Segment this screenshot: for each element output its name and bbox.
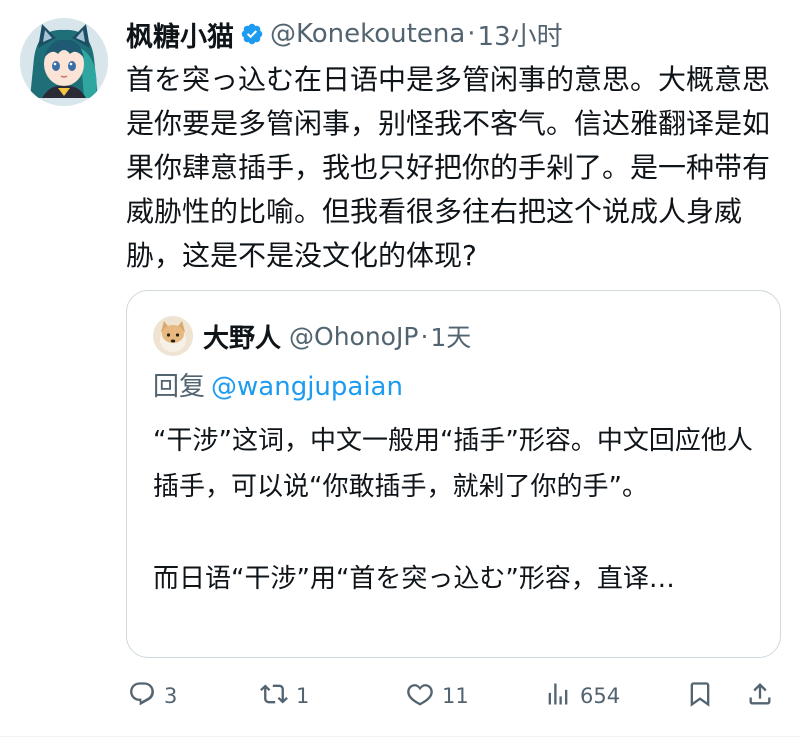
divider <box>0 736 800 737</box>
author-handle[interactable]: @Konekoutena <box>270 19 465 49</box>
bookmark-button[interactable] <box>686 674 714 718</box>
reply-prefix: 回复 <box>153 372 206 402</box>
reply-icon <box>128 680 156 712</box>
share-upload-icon <box>746 680 774 712</box>
retweet-icon <box>260 680 288 712</box>
author-display-name[interactable]: 枫糖小猫 <box>126 15 234 54</box>
reply-mention-link[interactable]: @wangjupaian <box>211 372 403 402</box>
views-bar-chart-icon <box>544 680 572 712</box>
retweet-count: 1 <box>296 684 310 708</box>
quoted-tweet-timestamp[interactable]: 1天 <box>430 318 471 354</box>
quoted-tweet-header: 大野人 @OhonoJP · 1天 <box>153 316 471 356</box>
tweet-timestamp[interactable]: 13小时 <box>478 16 563 53</box>
like-count: 11 <box>442 684 469 708</box>
retweet-button[interactable]: 1 <box>260 674 309 718</box>
quoted-author-display-name[interactable]: 大野人 <box>203 318 281 355</box>
quoted-paragraph-1: “干涉”这词，中文一般用“插手”形容。中文回应他人插手，可以说“你敢插手，就剁了… <box>153 426 753 502</box>
reply-button[interactable]: 3 <box>128 674 177 718</box>
quoted-tweet[interactable]: 大野人 @OhonoJP · 1天 回复 @wangjupaian “干涉”这词，… <box>126 290 781 658</box>
author-avatar[interactable] <box>20 18 108 106</box>
heart-icon <box>406 680 434 712</box>
reply-count: 3 <box>164 684 178 708</box>
like-button[interactable]: 11 <box>406 674 469 718</box>
bookmark-icon <box>686 680 714 712</box>
quoted-author-handle[interactable]: @OhonoJP <box>289 322 418 351</box>
quoted-tweet-text: “干涉”这词，中文一般用“插手”形容。中文回应他人插手，可以说“你敢插手，就剁了… <box>153 418 763 602</box>
quoted-header-separator: · <box>420 321 429 351</box>
tweet-action-bar: 3 1 11 654 <box>126 674 786 718</box>
verified-badge-icon[interactable] <box>240 22 264 46</box>
tweet-text: 首を突っ込む在日语中是多管闲事的意思。大概意思是你要是多管闲事，别怪我不客气。信… <box>126 63 771 272</box>
tweet: 枫糖小猫 @Konekoutena · 13小时 首を突っ込む在日语中是多管闲事… <box>0 0 800 740</box>
views-count: 654 <box>580 684 621 708</box>
quoted-author-avatar[interactable] <box>153 316 193 356</box>
header-separator: · <box>467 19 476 49</box>
share-button[interactable] <box>746 674 774 718</box>
quoted-reply-context: 回复 @wangjupaian <box>153 366 403 403</box>
quoted-paragraph-2: 而日语“干涉”用“首を突っ込む”形容，直译… <box>153 564 675 594</box>
tweet-header: 枫糖小猫 @Konekoutena · 13小时 <box>126 14 563 54</box>
views-button[interactable]: 654 <box>544 674 620 718</box>
